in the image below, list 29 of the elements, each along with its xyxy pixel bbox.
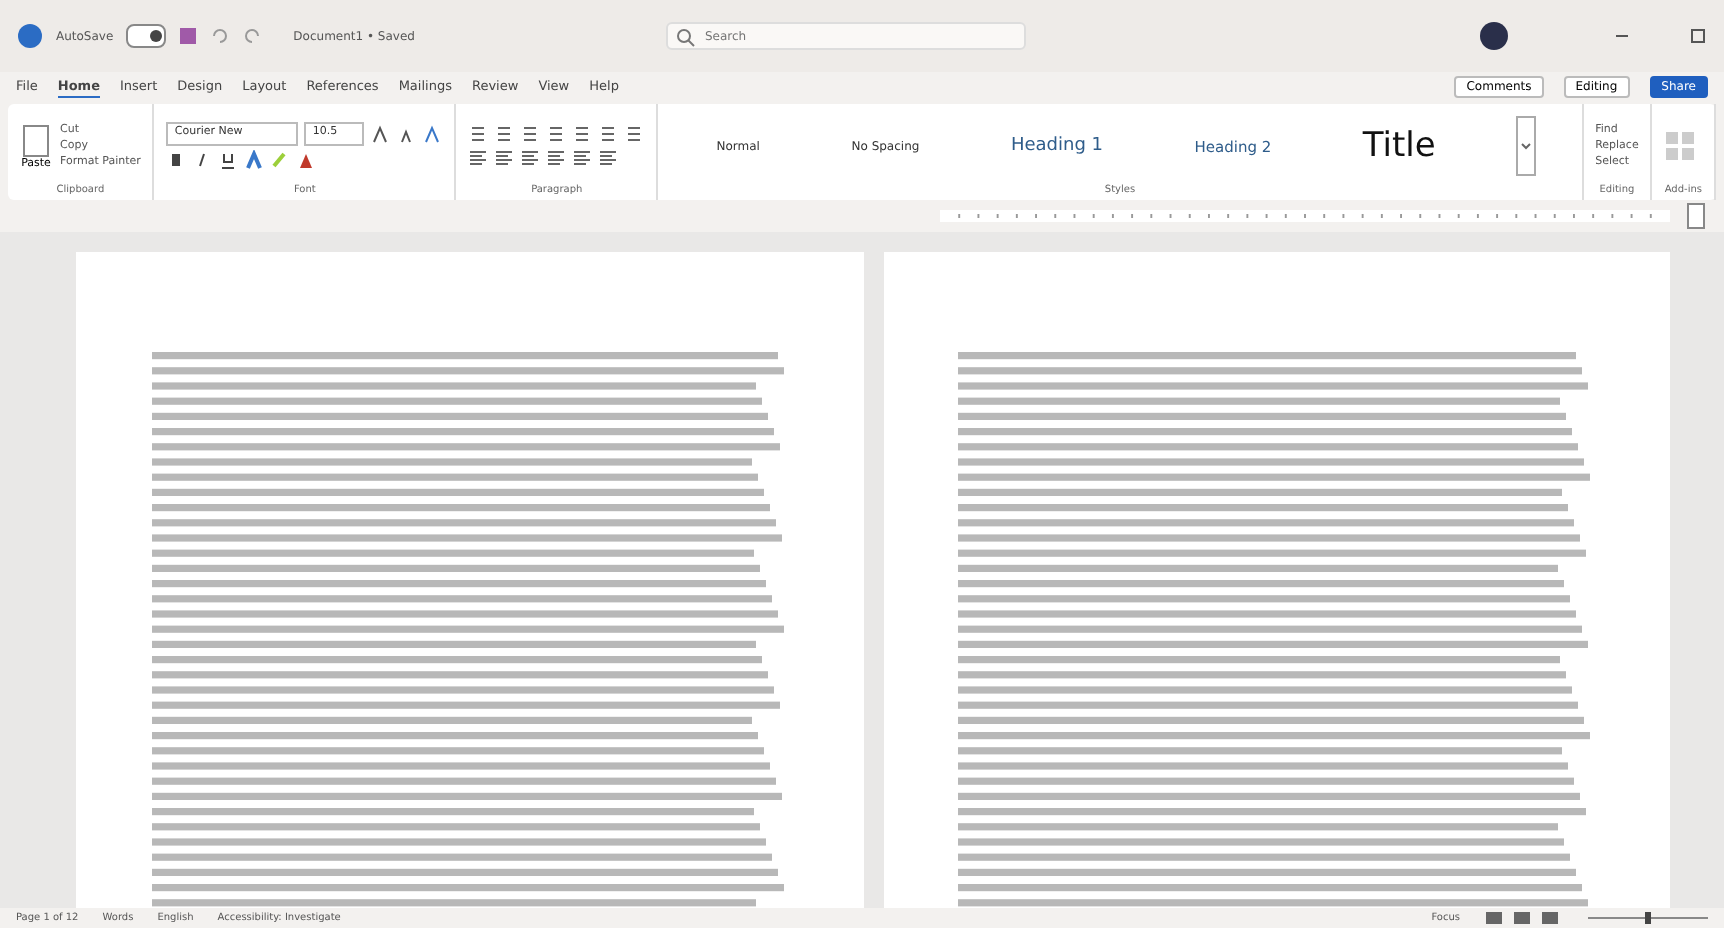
zoom-slider[interactable] [1588,910,1708,926]
style-option[interactable]: Heading 1 [998,136,1115,156]
autosave-toggle[interactable] [125,24,166,48]
align-icon[interactable] [572,148,593,168]
view-icons-drawing[interactable] [1484,910,1564,926]
app-logo-icon [16,22,44,50]
font-color-icon[interactable] [296,150,317,170]
list-icon[interactable] [624,124,645,144]
align-icon[interactable] [520,148,541,168]
list-icon[interactable] [572,124,593,144]
list-icon[interactable] [546,124,567,144]
align-icon[interactable] [598,148,619,168]
style-option[interactable]: Title [1350,126,1448,166]
list-icon[interactable] [494,124,515,144]
align-icon[interactable] [468,148,489,168]
underline-icon[interactable] [218,150,239,170]
text-effects-icon[interactable] [244,150,265,170]
list-icon[interactable] [520,124,541,144]
side-panel-icon[interactable] [1686,202,1706,230]
save-icon[interactable] [177,26,198,46]
align-icon[interactable] [494,148,515,168]
list-icon[interactable] [468,124,489,144]
list-icon[interactable] [598,124,619,144]
grow-font-icon[interactable] [370,124,391,144]
align-icon[interactable] [546,148,567,168]
clear-format-icon[interactable] [422,124,443,144]
slider-thumb[interactable] [1645,912,1651,924]
user-avatar[interactable] [1480,22,1508,50]
maximize-icon[interactable] [1688,26,1708,46]
